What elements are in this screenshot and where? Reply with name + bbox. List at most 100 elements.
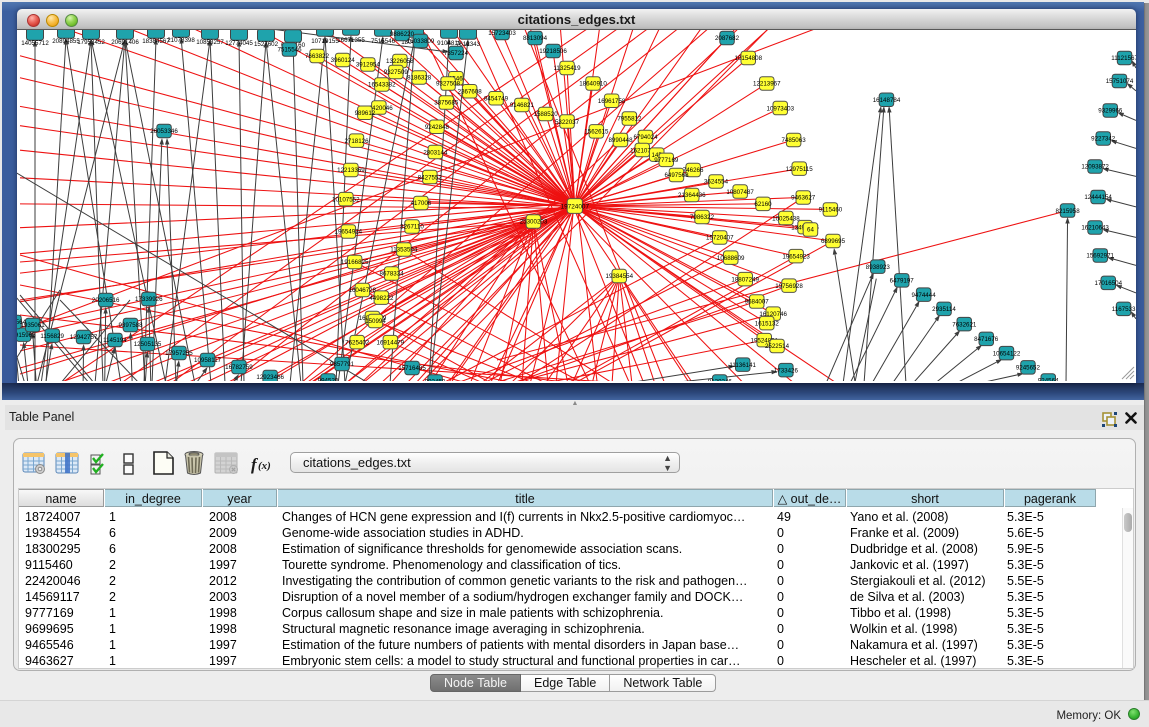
svg-text:9115460: 9115460 — [819, 207, 843, 214]
svg-text:7515546: 7515546 — [371, 38, 396, 45]
svg-text:19654923: 19654923 — [782, 253, 810, 260]
svg-text:5322037: 5322037 — [555, 119, 580, 126]
svg-text:1156829: 1156829 — [40, 333, 64, 340]
svg-text:19724007: 19724007 — [561, 203, 590, 210]
svg-text:17953452: 17953452 — [77, 39, 105, 46]
svg-text:1145194: 1145194 — [103, 337, 127, 344]
svg-text:6479197: 6479197 — [890, 278, 915, 285]
svg-text:7986322: 7986322 — [690, 214, 715, 221]
svg-text:8186328: 8186328 — [407, 75, 432, 82]
svg-text:15751074: 15751074 — [1106, 78, 1134, 85]
svg-text:62160: 62160 — [754, 201, 772, 208]
svg-text:9684007: 9684007 — [745, 299, 770, 306]
svg-text:18807249: 18807249 — [731, 276, 759, 283]
svg-text:994520: 994520 — [318, 378, 339, 381]
svg-text:8427552: 8427552 — [418, 174, 443, 181]
svg-text:9329966: 9329966 — [1098, 108, 1123, 115]
svg-text:9245652: 9245652 — [1016, 365, 1041, 372]
svg-text:20691406: 20691406 — [111, 39, 139, 46]
svg-text:19218506: 19218506 — [539, 48, 567, 55]
svg-text:9857791: 9857791 — [330, 361, 355, 368]
svg-text:12505135: 12505135 — [134, 341, 162, 348]
svg-text:417006: 417006 — [411, 200, 432, 207]
svg-text:3267110: 3267110 — [400, 224, 424, 231]
svg-text:9886220: 9886220 — [390, 31, 415, 38]
svg-text:17339926: 17339926 — [135, 296, 163, 303]
svg-text:15716485: 15716485 — [398, 365, 426, 372]
svg-text:12975115: 12975115 — [786, 166, 814, 173]
svg-text:7632621: 7632621 — [952, 321, 977, 328]
svg-text:10688609: 10688609 — [717, 255, 745, 262]
svg-text:9327508: 9327508 — [436, 81, 461, 88]
svg-text:2087682: 2087682 — [715, 35, 740, 42]
svg-text:13226058: 13226058 — [386, 58, 414, 65]
svg-text:1527602: 1527602 — [254, 41, 279, 48]
svg-text:992450: 992450 — [425, 379, 446, 381]
svg-text:10853257: 10853257 — [196, 39, 224, 46]
svg-text:6497568: 6497568 — [664, 172, 689, 179]
svg-text:8813094: 8813094 — [523, 35, 548, 42]
svg-text:12942757: 12942757 — [70, 334, 98, 341]
svg-text:9227342: 9227342 — [1091, 136, 1116, 143]
svg-text:2803144: 2803144 — [423, 149, 448, 156]
svg-text:8129246: 8129246 — [708, 379, 733, 381]
svg-text:12774045: 12774045 — [225, 40, 253, 47]
svg-text:10154808: 10154808 — [735, 55, 763, 62]
svg-text:16210643: 16210643 — [1081, 225, 1109, 232]
svg-text:150994: 150994 — [365, 318, 386, 325]
svg-text:9474444: 9474444 — [912, 292, 937, 299]
svg-text:15720407: 15720407 — [706, 235, 734, 242]
svg-text:7357224: 7357224 — [444, 50, 469, 57]
svg-text:14055712: 14055712 — [21, 40, 49, 47]
svg-text:26053346: 26053346 — [150, 128, 178, 135]
svg-text:12213369: 12213369 — [337, 167, 365, 174]
svg-text:1615132: 1615132 — [755, 320, 780, 327]
svg-text:16148784: 16148784 — [873, 97, 901, 104]
svg-text:16046728: 16046728 — [349, 287, 377, 294]
svg-text:7515546: 7515546 — [277, 47, 302, 54]
svg-text:9777169: 9777169 — [654, 157, 679, 164]
svg-text:1733426: 1733426 — [774, 367, 799, 374]
svg-text:924564: 924564 — [1038, 378, 1059, 381]
svg-text:8471676: 8471676 — [974, 336, 999, 343]
svg-text:1167533: 1167533 — [1112, 306, 1136, 313]
svg-text:10719155: 10719155 — [311, 38, 339, 45]
svg-text:18384567: 18384567 — [142, 38, 170, 45]
svg-text:10807487: 10807487 — [726, 189, 754, 196]
svg-text:20894855: 20894855 — [52, 38, 80, 45]
svg-text:16782759: 16782759 — [225, 364, 253, 371]
svg-text:3875685: 3875685 — [434, 100, 459, 107]
svg-text:12093872: 12093872 — [1081, 164, 1109, 171]
svg-text:10107552: 10107552 — [332, 196, 360, 203]
svg-text:3912954: 3912954 — [356, 62, 381, 69]
svg-text:12923466: 12923466 — [256, 374, 284, 381]
svg-text:11353594: 11353594 — [390, 247, 418, 254]
svg-text:1562615: 1562615 — [584, 129, 609, 136]
svg-text:(x): (x) — [258, 460, 271, 472]
svg-text:12444154: 12444154 — [1084, 194, 1112, 201]
svg-text:11136141: 11136141 — [729, 362, 756, 369]
svg-text:18640910: 18640910 — [579, 81, 607, 88]
svg-text:8215958: 8215958 — [1056, 208, 1081, 215]
svg-text:3624554: 3624554 — [704, 179, 729, 186]
svg-text:11325419: 11325419 — [553, 65, 581, 72]
svg-text:25300203: 25300203 — [520, 219, 548, 226]
svg-text:9146821: 9146821 — [510, 102, 535, 109]
svg-text:17957255: 17957255 — [165, 350, 193, 357]
svg-text:7625402: 7625402 — [345, 339, 370, 346]
svg-text:10025438: 10025438 — [772, 215, 800, 222]
svg-text:11121567: 11121567 — [1111, 55, 1136, 62]
svg-text:8454749: 8454749 — [484, 95, 509, 102]
svg-text:7485063: 7485063 — [782, 137, 807, 144]
svg-text:10654122: 10654122 — [993, 350, 1021, 357]
svg-text:7955812: 7955812 — [617, 116, 642, 123]
svg-text:989612: 989612 — [355, 110, 376, 117]
svg-text:19756928: 19756928 — [775, 283, 803, 290]
svg-text:1588520: 1588520 — [534, 111, 559, 118]
svg-text:19654924: 19654924 — [335, 229, 363, 236]
svg-text:16543382: 16543382 — [368, 82, 396, 89]
svg-text:3915963: 3915963 — [17, 332, 36, 339]
svg-text:2367608: 2367608 — [458, 89, 483, 96]
svg-text:7663822: 7663822 — [305, 53, 330, 60]
svg-text:12213967: 12213967 — [753, 81, 781, 88]
